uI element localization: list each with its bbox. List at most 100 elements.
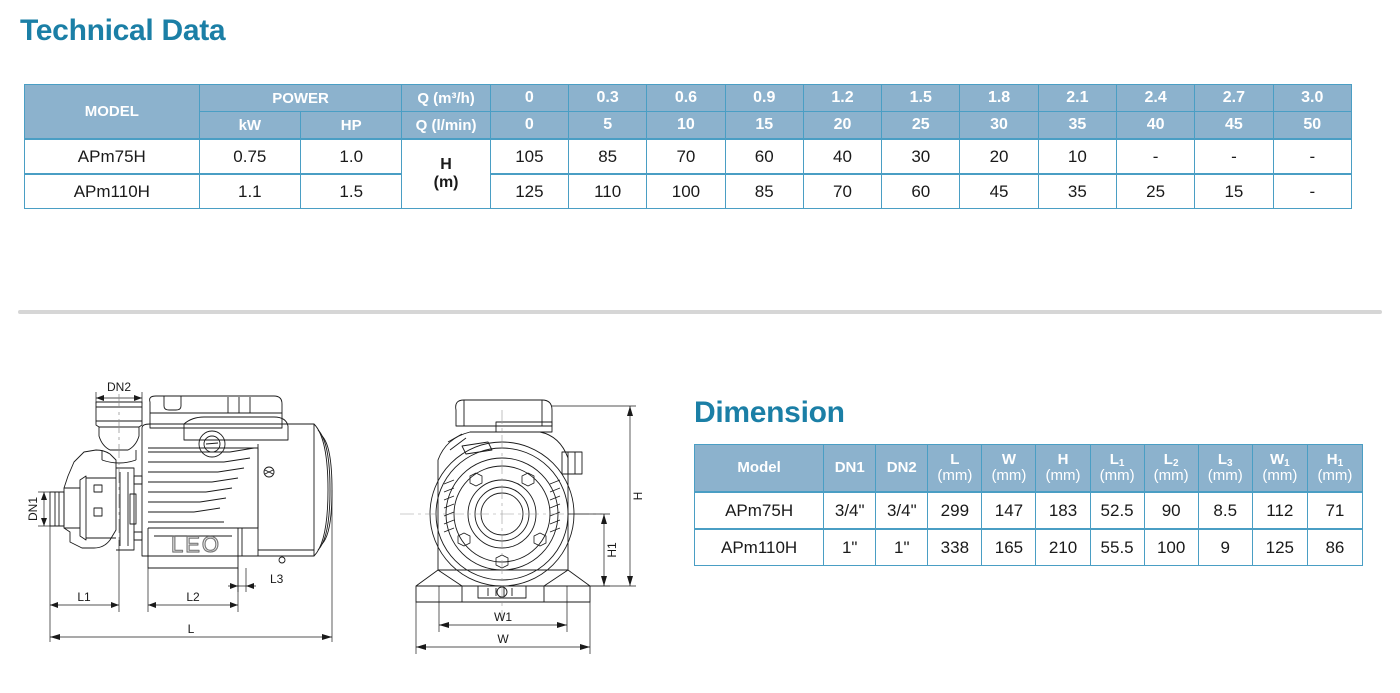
page-title-technical-data: Technical Data	[20, 14, 226, 47]
tech-header-flow-lmin-3: 15	[724, 111, 804, 140]
tech-header-model: MODEL	[24, 84, 200, 140]
dim-cell-1-0: 1"	[823, 528, 877, 566]
dim-cell-0-8: 112	[1251, 491, 1308, 530]
section-divider	[18, 310, 1382, 314]
tech-cell-head-0-3: 60	[724, 138, 804, 175]
tech-cell-head-1-1: 110	[568, 173, 648, 209]
dim-cell-0-4: 183	[1035, 491, 1091, 530]
tech-header-q-lmin: Q (l/min)	[401, 111, 491, 140]
label-h: H	[631, 492, 645, 501]
tech-cell-head-0-4: 40	[802, 138, 883, 175]
tech-cell-head-1-0: 125	[489, 173, 570, 209]
tech-header-flow-m3h-6: 1.8	[959, 84, 1039, 112]
dim-header-l3-unit: (mm)	[1207, 467, 1243, 484]
dim-cell-0-2: 299	[927, 491, 983, 530]
tech-cell-model-0: APm75H	[24, 138, 200, 175]
table-row: APm110H 1.1 1.5 125 110 100 85 70 60 45 …	[24, 173, 1353, 209]
dim-cell-1-6: 100	[1143, 528, 1199, 566]
tech-cell-head-1-2: 100	[646, 173, 726, 209]
tech-cell-head-1-5: 60	[881, 173, 961, 209]
dim-header-l2-unit: (mm)	[1153, 467, 1189, 484]
tech-cell-head-0-9: -	[1194, 138, 1274, 175]
dim-cell-0-7: 8.5	[1197, 491, 1253, 530]
tech-cell-kw-0: 0.75	[198, 138, 302, 175]
dim-header-l: L (mm)	[927, 444, 983, 493]
label-l: L	[188, 622, 195, 636]
dim-cell-model-0: APm75H	[693, 491, 825, 530]
head-unit-meters: (m)	[433, 174, 459, 191]
dim-header-dn1: DN1	[823, 444, 877, 493]
tech-header-flow-m3h-4: 1.2	[802, 84, 883, 112]
dim-cell-0-3: 147	[981, 491, 1037, 530]
dim-cell-1-2: 338	[927, 528, 983, 566]
tech-header-hp: HP	[300, 111, 403, 140]
tech-header-flow-lmin-4: 20	[802, 111, 883, 140]
tech-header-power: POWER	[198, 84, 403, 112]
tech-cell-head-1-7: 35	[1037, 173, 1117, 209]
tech-header-flow-lmin-0: 0	[489, 111, 570, 140]
dim-cell-0-9: 71	[1306, 491, 1364, 530]
dim-header-h-unit: (mm)	[1045, 467, 1081, 484]
label-w1: W1	[494, 610, 512, 624]
dim-header-l3-sub: 3	[1227, 457, 1233, 469]
dim-header-l1: L1 (mm)	[1089, 444, 1145, 493]
label-l3: L3	[270, 572, 284, 586]
tech-cell-head-unit: H (m)	[401, 138, 491, 209]
tech-header-q-m3h: Q (m³/h)	[401, 84, 491, 112]
dim-cell-0-6: 90	[1143, 491, 1199, 530]
dim-header-dn2: DN2	[875, 444, 929, 493]
label-l1: L1	[77, 590, 91, 604]
dim-header-w1-label: W	[1269, 450, 1285, 468]
tech-header-flow-lmin-6: 30	[959, 111, 1039, 140]
tech-cell-head-1-4: 70	[802, 173, 883, 209]
tech-cell-head-1-8: 25	[1115, 173, 1196, 209]
dim-header-w1-unit: (mm)	[1262, 467, 1298, 484]
brand-leo-text: LEO	[171, 532, 221, 557]
tech-header-flow-m3h-2: 0.6	[646, 84, 726, 112]
dim-header-l3: L3 (mm)	[1197, 444, 1253, 493]
tech-cell-head-1-3: 85	[724, 173, 804, 209]
tech-header-row-1: MODEL POWER Q (m³/h) 0 0.3 0.6 0.9 1.2 1…	[24, 84, 1353, 140]
dim-header-w-label: W	[1001, 450, 1017, 468]
tech-header-row-2: kW HP Q (l/min) 0 5 10 15 20 25 30 35 40…	[25, 111, 1353, 140]
tech-cell-head-0-0: 105	[489, 138, 570, 175]
dim-header-dn2-label: DN2	[886, 458, 917, 476]
dim-header-l-unit: (mm)	[937, 467, 973, 484]
dim-cell-1-1: 1"	[875, 528, 929, 566]
table-row: APm75H 3/4" 3/4" 299 147 183 52.5 90 8.5…	[693, 491, 1364, 530]
pump-side-view-drawing: LEO DN2 DN1 L1 L2 L3 L	[24, 380, 374, 660]
dim-header-dn1-label: DN1	[834, 458, 865, 476]
dim-header-w-unit: (mm)	[991, 467, 1027, 484]
tech-header-flow-m3h-8: 2.4	[1115, 84, 1196, 112]
dim-header-w: W (mm)	[981, 444, 1037, 493]
dim-header-l2-label: L	[1163, 450, 1173, 468]
dim-header-h1: H1 (mm)	[1306, 444, 1364, 493]
dim-cell-1-7: 9	[1197, 528, 1253, 566]
label-h1: H1	[605, 542, 619, 558]
dim-header-h1-label: H	[1326, 450, 1338, 468]
dim-header-l3-label: L	[1217, 450, 1228, 468]
tech-header-flow-m3h-10: 3.0	[1272, 84, 1353, 112]
dim-header-h: H (mm)	[1035, 444, 1091, 493]
dim-header-h1-unit: (mm)	[1317, 467, 1353, 484]
dim-cell-1-9: 86	[1306, 528, 1364, 566]
tech-header-flow-lmin-7: 35	[1037, 111, 1117, 140]
tech-cell-head-0-10: -	[1272, 138, 1353, 175]
tech-cell-head-0-1: 85	[568, 138, 648, 175]
dim-cell-1-3: 165	[981, 528, 1037, 566]
dimension-table: Model DN1 DN2 L (mm) W (mm) H (mm) L1 (m…	[693, 444, 1364, 566]
tech-header-flow-m3h-1: 0.3	[568, 84, 648, 112]
tech-header-flow-m3h-7: 2.1	[1037, 84, 1117, 112]
technical-data-table: MODEL POWER Q (m³/h) 0 0.3 0.6 0.9 1.2 1…	[24, 84, 1353, 209]
tech-cell-model-1: APm110H	[24, 173, 200, 209]
tech-header-flow-m3h-3: 0.9	[724, 84, 804, 112]
tech-header-flow-lmin-10: 50	[1272, 111, 1353, 140]
tech-header-flow-m3h-0: 0	[489, 84, 570, 112]
tech-header-flow-lmin-2: 10	[646, 111, 726, 140]
page-title-dimension: Dimension	[694, 396, 845, 429]
table-row: APm110H 1" 1" 338 165 210 55.5 100 9 125…	[693, 528, 1364, 566]
tech-cell-head-1-6: 45	[959, 173, 1039, 209]
dim-header-l2-sub: 2	[1172, 457, 1179, 469]
dim-header-model: Model	[693, 444, 825, 493]
tech-cell-head-0-6: 20	[959, 138, 1039, 175]
